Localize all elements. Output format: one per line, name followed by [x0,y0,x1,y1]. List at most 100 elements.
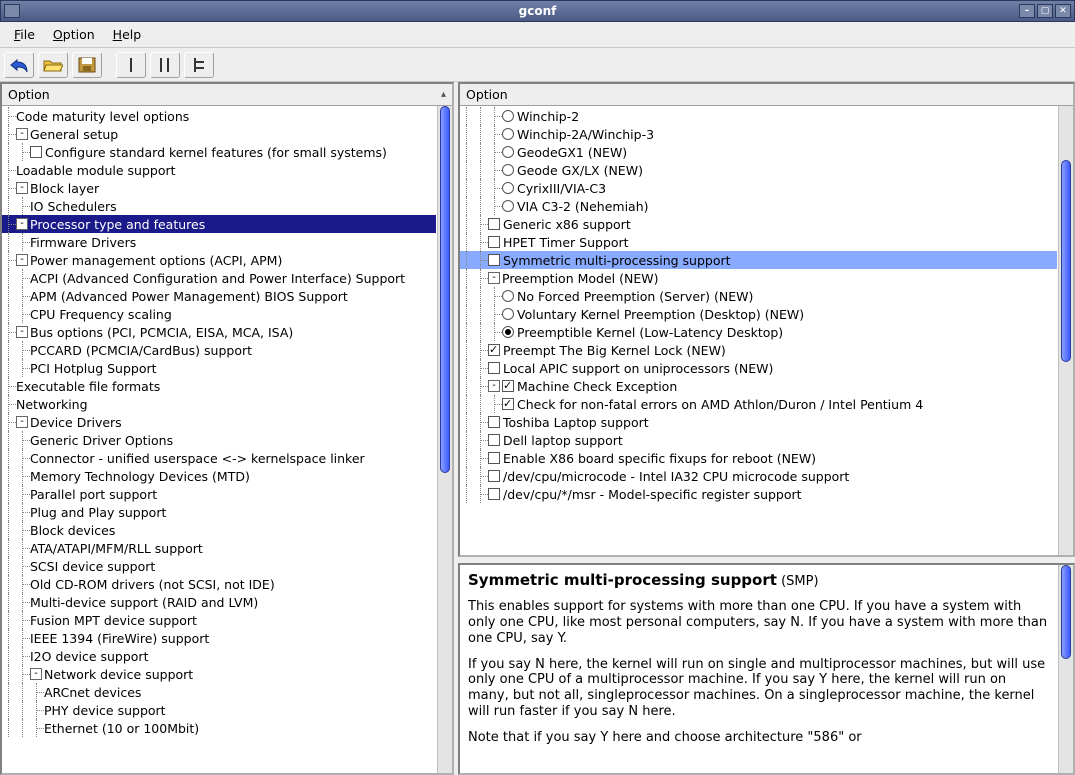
tree-expander[interactable]: - [16,218,28,230]
tree-row[interactable]: Fusion MPT device support [2,611,436,629]
open-button[interactable] [38,52,68,78]
menu-help[interactable]: Help [105,24,150,45]
tree-row[interactable]: -Preemption Model (NEW) [460,269,1057,287]
close-button[interactable]: ✕ [1055,4,1071,18]
tree-row[interactable]: Networking [2,395,436,413]
tree-row[interactable]: IO Schedulers [2,197,436,215]
tree-row[interactable]: Ethernet (10 or 100Mbit) [2,719,436,737]
tree-row[interactable]: Winchip-2 [460,107,1057,125]
tree-row[interactable]: Old CD-ROM drivers (not SCSI, not IDE) [2,575,436,593]
tree-expander[interactable]: - [16,326,28,338]
tree-row[interactable]: Generic Driver Options [2,431,436,449]
single-view-button[interactable] [116,52,146,78]
tree-row[interactable]: Executable file formats [2,377,436,395]
tree-expander[interactable]: - [488,272,500,284]
tree-row[interactable]: Voluntary Kernel Preemption (Desktop) (N… [460,305,1057,323]
radio-icon[interactable] [502,182,514,194]
checkbox-icon[interactable] [488,344,500,356]
radio-icon[interactable] [502,326,514,338]
tree-row[interactable]: APM (Advanced Power Management) BIOS Sup… [2,287,436,305]
tree-row[interactable]: Local APIC support on uniprocessors (NEW… [460,359,1057,377]
radio-icon[interactable] [502,308,514,320]
maximize-button[interactable]: ▢ [1037,4,1053,18]
tree-expander[interactable]: - [488,380,500,392]
tree-row[interactable]: Geode GX/LX (NEW) [460,161,1057,179]
tree-row[interactable]: HPET Timer Support [460,233,1057,251]
tree-row[interactable]: Winchip-2A/Winchip-3 [460,125,1057,143]
tree-row[interactable]: Loadable module support [2,161,436,179]
tree-row[interactable]: Toshiba Laptop support [460,413,1057,431]
tree-row[interactable]: Code maturity level options [2,107,436,125]
tree-row[interactable]: PHY device support [2,701,436,719]
tree-expander[interactable]: - [16,254,28,266]
menu-option[interactable]: Option [45,24,103,45]
checkbox-icon[interactable] [488,362,500,374]
full-view-button[interactable] [184,52,214,78]
checkbox-icon[interactable] [488,434,500,446]
tree-row[interactable]: -Machine Check Exception [460,377,1057,395]
tree-row[interactable]: PCI Hotplug Support [2,359,436,377]
radio-icon[interactable] [502,200,514,212]
tree-row[interactable]: /dev/cpu/*/msr - Model-specific register… [460,485,1057,503]
tree-row[interactable]: Memory Technology Devices (MTD) [2,467,436,485]
tree-row[interactable]: Configure standard kernel features (for … [2,143,436,161]
left-scrollbar-thumb[interactable] [440,106,450,473]
tree-expander[interactable]: - [30,668,42,680]
right-scrollbar[interactable] [1058,106,1073,555]
help-scrollbar[interactable] [1058,565,1073,773]
tree-row[interactable]: -Processor type and features [2,215,436,233]
tree-row[interactable]: ARCnet devices [2,683,436,701]
right-tree[interactable]: Winchip-2Winchip-2A/Winchip-3GeodeGX1 (N… [460,106,1057,555]
split-view-button[interactable] [150,52,180,78]
tree-row[interactable]: Check for non-fatal errors on AMD Athlon… [460,395,1057,413]
menu-file[interactable]: File [6,24,43,45]
tree-row[interactable]: PCCARD (PCMCIA/CardBus) support [2,341,436,359]
tree-row[interactable]: -Bus options (PCI, PCMCIA, EISA, MCA, IS… [2,323,436,341]
checkbox-icon[interactable] [488,254,500,266]
tree-row[interactable]: -Device Drivers [2,413,436,431]
tree-row[interactable]: GeodeGX1 (NEW) [460,143,1057,161]
tree-row[interactable]: ATA/ATAPI/MFM/RLL support [2,539,436,557]
tree-row[interactable]: Generic x86 support [460,215,1057,233]
checkbox-icon[interactable] [502,380,514,392]
checkbox-icon[interactable] [488,470,500,482]
tree-row[interactable]: IEEE 1394 (FireWire) support [2,629,436,647]
radio-icon[interactable] [502,128,514,140]
help-scrollbar-thumb[interactable] [1061,565,1071,659]
tree-row[interactable]: -Block layer [2,179,436,197]
tree-expander[interactable]: - [16,416,28,428]
tree-row[interactable]: Symmetric multi-processing support [460,251,1057,269]
right-scrollbar-thumb[interactable] [1061,160,1071,362]
checkbox-icon[interactable] [488,236,500,248]
checkbox-icon[interactable] [30,146,42,158]
back-button[interactable] [4,52,34,78]
tree-row[interactable]: -Network device support [2,665,436,683]
radio-icon[interactable] [502,290,514,302]
tree-row[interactable]: -General setup [2,125,436,143]
tree-row[interactable]: Preemptible Kernel (Low-Latency Desktop) [460,323,1057,341]
radio-icon[interactable] [502,146,514,158]
radio-icon[interactable] [502,110,514,122]
save-button[interactable] [72,52,102,78]
checkbox-icon[interactable] [488,488,500,500]
tree-row[interactable]: VIA C3-2 (Nehemiah) [460,197,1057,215]
tree-row[interactable]: Multi-device support (RAID and LVM) [2,593,436,611]
tree-row[interactable]: Enable X86 board specific fixups for reb… [460,449,1057,467]
tree-row[interactable]: SCSI device support [2,557,436,575]
tree-row[interactable]: No Forced Preemption (Server) (NEW) [460,287,1057,305]
checkbox-icon[interactable] [488,218,500,230]
checkbox-icon[interactable] [488,416,500,428]
minimize-button[interactable]: – [1019,4,1035,18]
tree-row[interactable]: Parallel port support [2,485,436,503]
checkbox-icon[interactable] [488,452,500,464]
tree-row[interactable]: I2O device support [2,647,436,665]
left-column-header[interactable]: Option ▴ [2,84,452,106]
left-tree[interactable]: Code maturity level options-General setu… [2,106,436,773]
left-scrollbar[interactable] [437,106,452,773]
tree-row[interactable]: /dev/cpu/microcode - Intel IA32 CPU micr… [460,467,1057,485]
checkbox-icon[interactable] [502,398,514,410]
tree-row[interactable]: Connector - unified userspace <-> kernel… [2,449,436,467]
radio-icon[interactable] [502,164,514,176]
tree-row[interactable]: CPU Frequency scaling [2,305,436,323]
tree-row[interactable]: ACPI (Advanced Configuration and Power I… [2,269,436,287]
